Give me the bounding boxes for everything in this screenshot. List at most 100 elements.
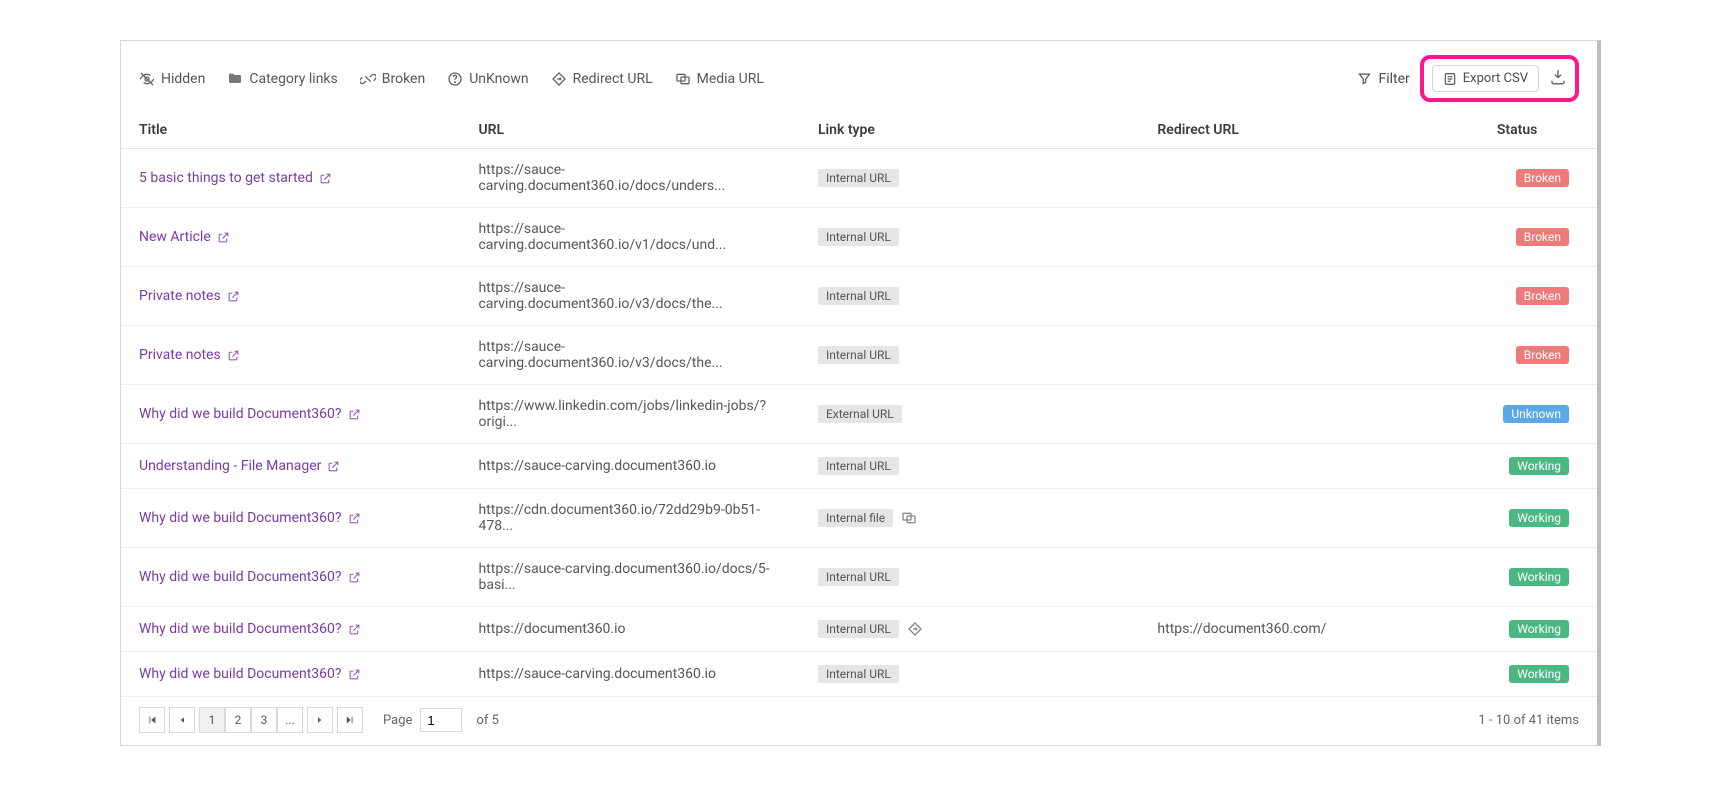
link-type-pill: Internal URL (818, 346, 899, 364)
pagination-controls: 123... Page of 5 (139, 707, 499, 733)
url-text: https://www.linkedin.com/jobs/linkedin-j… (478, 398, 766, 430)
legend-redirect-label: Redirect URL (573, 71, 653, 87)
status-badge: Broken (1516, 287, 1569, 305)
status-badge: Broken (1516, 169, 1569, 187)
article-title-text: Private notes (139, 288, 221, 304)
page-input[interactable] (420, 708, 462, 732)
page-of-text: of 5 (476, 713, 498, 728)
legend-media: Media URL (675, 71, 764, 87)
article-title-link[interactable]: 5 basic things to get started (139, 170, 332, 186)
first-icon (147, 715, 157, 725)
page-last-button[interactable] (337, 707, 363, 733)
download-icon (1549, 68, 1567, 86)
download-button[interactable] (1549, 68, 1567, 90)
article-title-text: Why did we build Document360? (139, 510, 342, 526)
legend-unknown-label: UnKnown (469, 71, 528, 87)
url-text: https://sauce-carving.document360.io/v3/… (478, 280, 722, 312)
article-title-link[interactable]: Why did we build Document360? (139, 621, 361, 637)
table-row: Private notes https://sauce-carving.docum… (121, 267, 1597, 326)
url-text: https://sauce-carving.document360.io/v1/… (478, 221, 726, 253)
legend-category-links: Category links (227, 71, 337, 87)
page-number-button[interactable]: 1 (199, 707, 225, 733)
external-link-icon (348, 668, 361, 681)
article-title-text: Why did we build Document360? (139, 621, 342, 637)
export-csv-button[interactable]: Export CSV (1432, 65, 1539, 92)
table-row: Why did we build Document360? https://www… (121, 385, 1597, 444)
pagination: 123... Page of 5 1 - 10 of 41 items (121, 697, 1597, 745)
link-type-pill: Internal URL (818, 568, 899, 586)
legend-hidden: Hidden (139, 71, 205, 87)
link-type-pill: Internal URL (818, 169, 899, 187)
article-title-link[interactable]: Private notes (139, 347, 240, 363)
external-link-icon (348, 571, 361, 584)
page-next-button[interactable] (307, 707, 333, 733)
table-row: Why did we build Document360? https://sau… (121, 548, 1597, 607)
url-text: https://sauce-carving.document360.io (478, 666, 715, 682)
link-type-pill: Internal URL (818, 228, 899, 246)
redirect-icon (551, 71, 567, 87)
filter-button[interactable]: Filter (1357, 71, 1409, 87)
url-text: https://sauce-carving.document360.io/doc… (478, 561, 769, 593)
status-badge: Broken (1516, 346, 1569, 364)
page-first-button[interactable] (139, 707, 165, 733)
legend-hidden-label: Hidden (161, 71, 205, 87)
export-highlight: Export CSV (1420, 55, 1579, 102)
page-prev-button[interactable] (169, 707, 195, 733)
media-icon (901, 510, 917, 526)
external-link-icon (227, 349, 240, 362)
article-title-text: Why did we build Document360? (139, 569, 342, 585)
redirect-url-text: https://document360.com/ (1157, 621, 1326, 637)
table-row: Why did we build Document360? https://doc… (121, 607, 1597, 652)
status-badge: Working (1509, 620, 1569, 638)
status-badge: Broken (1516, 228, 1569, 246)
link-type-pill: Internal URL (818, 457, 899, 475)
legend-media-label: Media URL (697, 71, 764, 87)
col-redirect[interactable]: Redirect URL (1139, 112, 1478, 149)
col-title[interactable]: Title (121, 112, 460, 149)
toolbar: Hidden Category links Broken UnKnown Red… (121, 41, 1597, 112)
col-url[interactable]: URL (460, 112, 799, 149)
article-title-link[interactable]: New Article (139, 229, 230, 245)
filter-label: Filter (1378, 71, 1409, 87)
external-link-icon (319, 172, 332, 185)
status-badge: Unknown (1503, 405, 1569, 423)
hidden-icon (139, 71, 155, 87)
table-header-row: Title URL Link type Redirect URL Status (121, 112, 1597, 149)
table-row: New Article https://sauce-carving.documen… (121, 208, 1597, 267)
col-status[interactable]: Status (1479, 112, 1597, 149)
external-link-icon (227, 290, 240, 303)
article-title-text: Private notes (139, 347, 221, 363)
url-text: https://cdn.document360.io/72dd29b9-0b51… (478, 502, 760, 534)
question-icon (447, 71, 463, 87)
article-title-link[interactable]: Why did we build Document360? (139, 666, 361, 682)
link-type-pill: Internal URL (818, 287, 899, 305)
folder-icon (227, 71, 243, 87)
article-title-link[interactable]: Why did we build Document360? (139, 569, 361, 585)
legend-redirect: Redirect URL (551, 71, 653, 87)
article-title-link[interactable]: Understanding - File Manager (139, 458, 340, 474)
article-title-text: New Article (139, 229, 211, 245)
last-icon (345, 715, 355, 725)
status-badge: Working (1509, 509, 1569, 527)
external-link-icon (217, 231, 230, 244)
external-link-icon (348, 408, 361, 421)
table-row: Why did we build Document360? https://cdn… (121, 489, 1597, 548)
article-title-link[interactable]: Why did we build Document360? (139, 510, 361, 526)
col-linktype[interactable]: Link type (800, 112, 1139, 149)
table-row: 5 basic things to get startedhttps://sau… (121, 149, 1597, 208)
table-row: Why did we build Document360? https://sau… (121, 652, 1597, 697)
external-link-icon (348, 623, 361, 636)
external-link-icon (327, 460, 340, 473)
page-ellipsis: ... (277, 707, 303, 733)
article-title-link[interactable]: Why did we build Document360? (139, 406, 361, 422)
legend-unknown: UnKnown (447, 71, 528, 87)
link-type-pill: Internal URL (818, 665, 899, 683)
article-title-link[interactable]: Private notes (139, 288, 240, 304)
page-number-button[interactable]: 2 (225, 707, 251, 733)
redirect-icon (907, 621, 923, 637)
media-icon (675, 71, 691, 87)
page-number-button[interactable]: 3 (251, 707, 277, 733)
table-row: Private noteshttps://sauce-carving.docum… (121, 326, 1597, 385)
table-row: Understanding - File Managerhttps://sauc… (121, 444, 1597, 489)
legend-category-label: Category links (249, 71, 337, 87)
